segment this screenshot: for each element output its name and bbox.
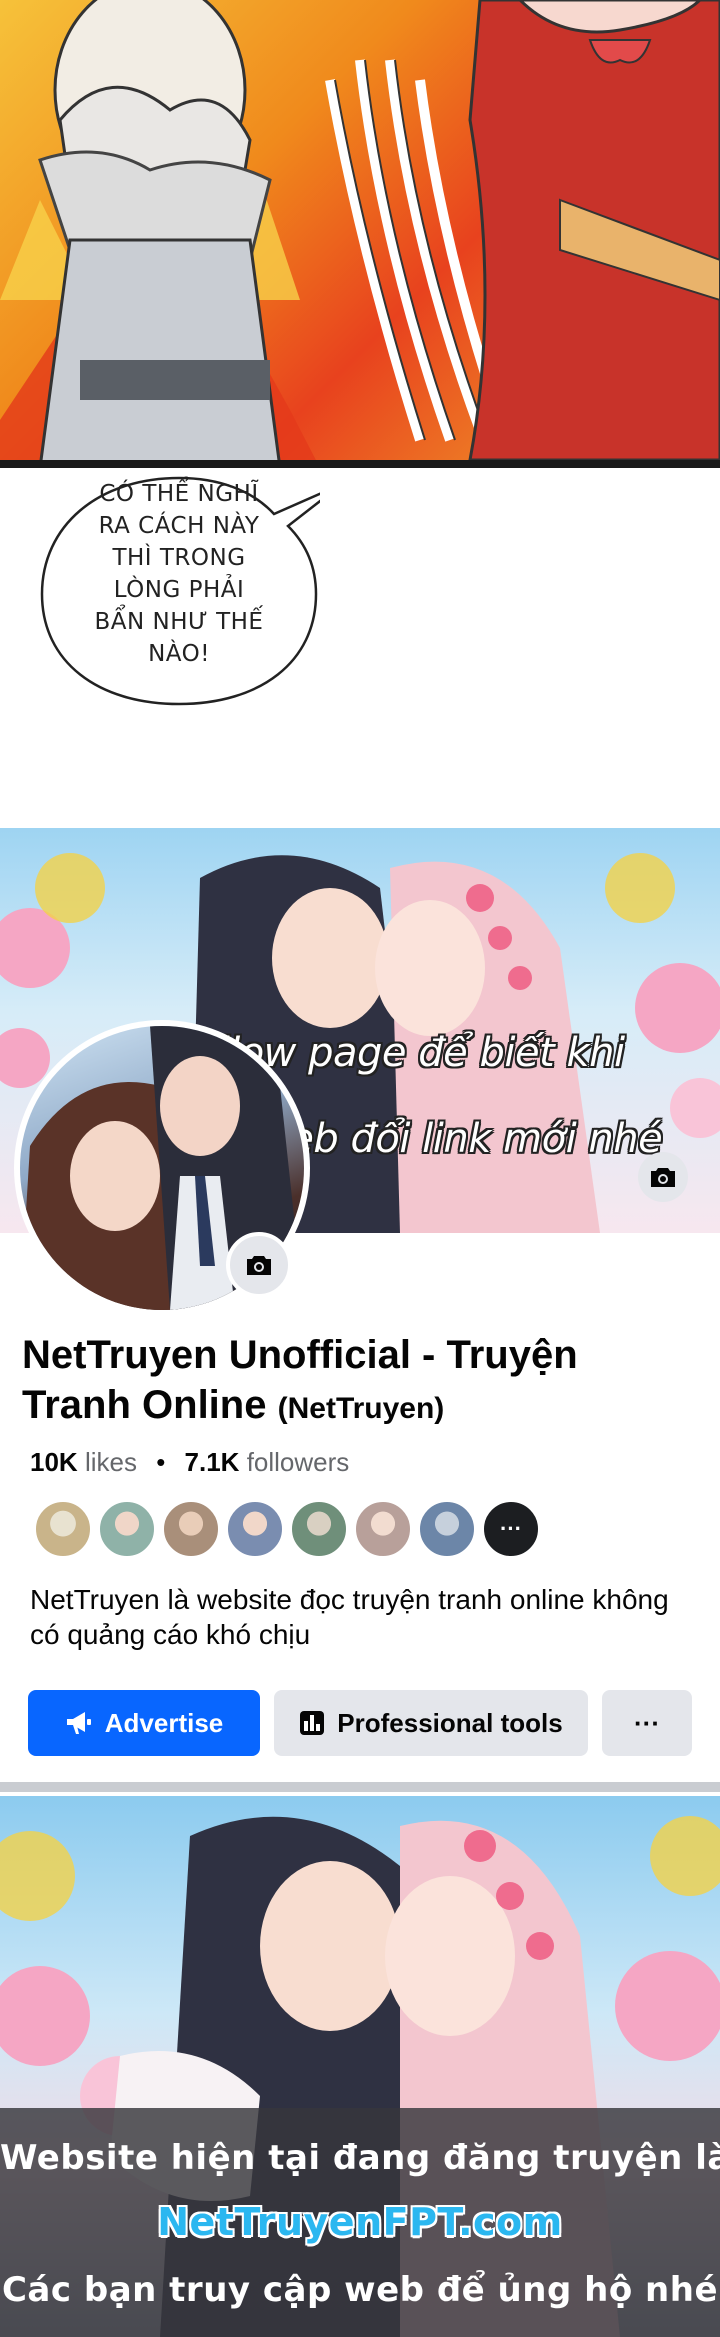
follower-avatar[interactable] [162, 1500, 220, 1558]
megaphone-icon [65, 1710, 93, 1736]
banner-site-link[interactable]: NetTruyenFPT.com [0, 2200, 720, 2244]
more-options-button[interactable]: ··· [602, 1690, 692, 1756]
speech-bubble-text: CÓ THỂ NGHĨ RA CÁCH NÀY THÌ TRONG LÒNG P… [38, 478, 320, 670]
advertise-label: Advertise [104, 1707, 224, 1738]
follower-avatar[interactable] [98, 1500, 156, 1558]
section-divider [0, 1782, 720, 1792]
professional-tools-label: Professional tools [337, 1707, 563, 1738]
follower-avatar[interactable] [226, 1500, 284, 1558]
manga-art [0, 0, 720, 468]
likes-label[interactable]: likes [85, 1447, 137, 1477]
likes-count[interactable]: 10K [30, 1447, 78, 1477]
bubble-line: THÌ TRONG [112, 545, 246, 571]
bubble-line: CÓ THỂ NGHĨ [99, 481, 259, 507]
page-title: NetTruyen Unofficial - Truyện Tranh Onli… [22, 1330, 682, 1434]
page-handle: (NetTruyen) [277, 1392, 445, 1425]
followers-label[interactable]: followers [247, 1447, 350, 1477]
page-description: NetTruyen là website đọc truyện tranh on… [30, 1584, 669, 1650]
banner-line-1: Website hiện tại đang đăng truyện là [0, 2138, 720, 2178]
bubble-line: LÒNG PHẢI [113, 577, 245, 603]
follower-avatar[interactable] [34, 1500, 92, 1558]
avatar-camera-button[interactable] [226, 1232, 292, 1298]
bubble-line: RA CÁCH NÀY [98, 513, 260, 539]
more-options-icon: ··· [634, 1707, 660, 1738]
more-followers-button[interactable]: ··· [482, 1500, 540, 1558]
banner-line-3: Các bạn truy cập web để ủng hộ nhé [1, 2270, 719, 2310]
professional-tools-button[interactable]: Professional tools [274, 1690, 588, 1756]
camera-icon [651, 1168, 675, 1187]
stats-separator: • [156, 1447, 166, 1477]
follower-avatars: ··· [34, 1500, 546, 1560]
follower-avatar[interactable] [354, 1500, 412, 1558]
bubble-line: BẨN NHƯ THẾ [94, 609, 264, 635]
bubble-line: NÀO! [148, 641, 210, 667]
advertise-button[interactable]: Advertise [28, 1690, 260, 1756]
followers-count[interactable]: 7.1K [185, 1447, 240, 1477]
cover-camera-button[interactable] [638, 1152, 688, 1202]
manga-panel-top [0, 0, 720, 468]
dashboard-icon [299, 1710, 325, 1736]
camera-icon [247, 1256, 271, 1275]
panel-border [0, 460, 720, 468]
page-stats: 10K likes • 7.1K followers [30, 1447, 349, 1478]
follower-avatar[interactable] [418, 1500, 476, 1558]
follower-avatar[interactable] [290, 1500, 348, 1558]
